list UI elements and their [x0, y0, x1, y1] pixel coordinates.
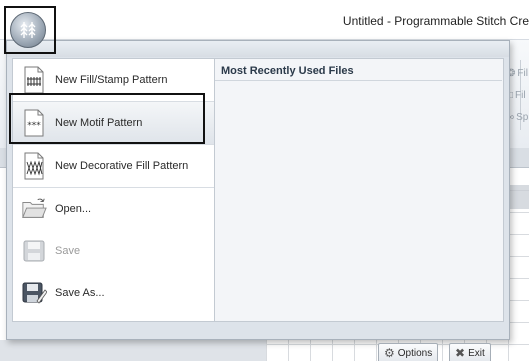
menu-item-save-as[interactable]: Save As... [13, 272, 214, 314]
exit-button[interactable]: ✖ Exit [449, 343, 491, 361]
menu-top-strip [7, 41, 509, 57]
status-strip [0, 340, 266, 361]
save-disk-icon [21, 236, 47, 266]
ribbon-command-fill-2[interactable]: □ Fil [507, 84, 529, 106]
menu-item-new-decorative-fill-pattern[interactable]: New Decorative Fill Pattern [13, 145, 214, 187]
app-logo-icon [20, 22, 36, 38]
options-button[interactable]: ⚙ Options [378, 343, 439, 361]
application-menu-button[interactable] [10, 12, 46, 48]
window-title: Untitled - Programmable Stitch Cre [342, 14, 529, 28]
ribbon-command-sp[interactable]: ∞ Sp [507, 106, 529, 128]
recent-files-header: Most Recently Used Files [215, 59, 502, 81]
exit-label: Exit [468, 347, 485, 359]
save-as-icon [21, 278, 47, 308]
menu-item-save[interactable]: Save [13, 230, 214, 272]
title-bar: Untitled - Programmable Stitch Cre [0, 0, 529, 40]
open-folder-icon [21, 194, 47, 224]
application-menu: New Fill/Stamp Pattern *** New Motif Pat… [6, 40, 510, 340]
decorative-fill-pattern-icon [21, 151, 47, 181]
ribbon-command-fill-1[interactable]: ❂ Fil [507, 62, 529, 84]
menu-item-label: Save As... [55, 287, 105, 299]
menu-item-label: Open... [55, 203, 92, 215]
selected-item-highlight [9, 93, 205, 144]
menu-item-open[interactable]: Open... [13, 188, 214, 230]
ribbon-partial-commands: ❂ Fil □ Fil ∞ Sp [507, 62, 529, 128]
menu-item-label: Save [55, 245, 81, 257]
options-label: Options [397, 347, 433, 359]
recent-files-panel: Most Recently Used Files [215, 58, 504, 322]
close-icon: ✖ [455, 346, 466, 360]
menu-item-label: New Decorative Fill Pattern [55, 160, 189, 172]
menu-item-label: New Fill/Stamp Pattern [55, 74, 168, 86]
fill-stamp-pattern-icon [21, 65, 47, 95]
gear-icon: ⚙ [384, 346, 395, 360]
